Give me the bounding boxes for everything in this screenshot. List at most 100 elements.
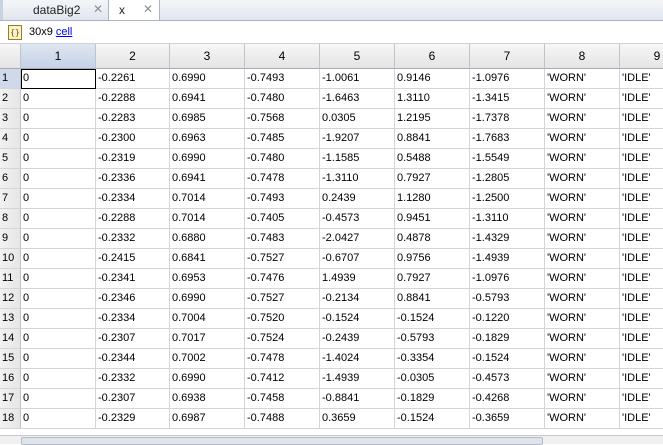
table-cell[interactable]: -0.2334 (96, 189, 170, 209)
table-cell[interactable]: -0.7524 (245, 329, 320, 349)
table-cell[interactable]: -0.2300 (96, 129, 170, 149)
table-cell[interactable]: -0.2344 (96, 349, 170, 369)
table-cell[interactable]: 0.6941 (170, 169, 245, 189)
table-cell[interactable]: 'WORN' (545, 129, 620, 149)
row-header[interactable]: 15 (0, 349, 21, 369)
table-cell[interactable]: 'WORN' (545, 389, 620, 409)
table-cell[interactable]: 'WORN' (545, 189, 620, 209)
table-cell[interactable]: 0 (21, 269, 96, 289)
table-cell[interactable]: -0.2329 (96, 409, 170, 429)
table-cell[interactable]: 'WORN' (545, 409, 620, 429)
table-cell[interactable]: -1.2805 (470, 169, 545, 189)
table-cell[interactable]: 0.0305 (320, 109, 395, 129)
table-cell[interactable]: 0 (21, 409, 96, 429)
table-cell[interactable]: -0.2288 (96, 209, 170, 229)
table-cell[interactable]: 1.4939 (320, 269, 395, 289)
table-cell[interactable]: -0.8841 (320, 389, 395, 409)
table-cell[interactable]: -0.3659 (470, 409, 545, 429)
table-cell[interactable]: 'WORN' (545, 289, 620, 309)
variable-grid[interactable]: 1 2 3 4 5 6 7 8 9 1 0 -0.2261 0.6990 -0.7493 -1.0061 0.… (0, 44, 663, 443)
table-cell[interactable]: 'WORN' (545, 169, 620, 189)
table-cell[interactable]: 0.7004 (170, 309, 245, 329)
table-cell[interactable]: 0 (21, 129, 96, 149)
table-cell[interactable]: 0.6985 (170, 109, 245, 129)
table-cell[interactable]: 0 (21, 289, 96, 309)
table-cell[interactable]: -2.0427 (320, 229, 395, 249)
table-cell[interactable]: 0.3659 (320, 409, 395, 429)
table-cell[interactable]: -0.7478 (245, 169, 320, 189)
table-cell[interactable]: 0 (21, 309, 96, 329)
table-cell[interactable]: -0.2283 (96, 109, 170, 129)
table-cell[interactable]: 'IDLE' (620, 229, 663, 249)
table-cell[interactable]: 'WORN' (545, 349, 620, 369)
table-cell[interactable]: -0.2307 (96, 389, 170, 409)
table-cell[interactable]: -0.2134 (320, 289, 395, 309)
table-cell[interactable]: 0.6938 (170, 389, 245, 409)
table-cell[interactable]: 'IDLE' (620, 369, 663, 389)
table-cell[interactable]: -1.9207 (320, 129, 395, 149)
table-cell[interactable]: -0.2334 (96, 309, 170, 329)
table-cell[interactable]: 0.7002 (170, 349, 245, 369)
row-header[interactable]: 17 (0, 389, 21, 409)
variable-type-link[interactable]: cell (56, 26, 73, 38)
row-header[interactable]: 12 (0, 289, 21, 309)
table-cell[interactable]: -0.1524 (470, 349, 545, 369)
table-cell[interactable]: -0.4268 (470, 389, 545, 409)
table-cell[interactable]: 0 (21, 249, 96, 269)
row-header[interactable]: 8 (0, 209, 21, 229)
table-cell[interactable]: -0.7568 (245, 109, 320, 129)
table-cell[interactable]: 'WORN' (545, 209, 620, 229)
table-cell[interactable]: -0.7478 (245, 349, 320, 369)
row-header[interactable]: 18 (0, 409, 21, 429)
table-cell[interactable]: 'IDLE' (620, 149, 663, 169)
table-cell[interactable]: 'IDLE' (620, 309, 663, 329)
table-cell[interactable]: -0.7483 (245, 229, 320, 249)
table-cell[interactable]: -0.1829 (470, 329, 545, 349)
row-header[interactable]: 10 (0, 249, 21, 269)
table-cell[interactable]: 'IDLE' (620, 209, 663, 229)
table-cell[interactable]: 'IDLE' (620, 349, 663, 369)
table-cell[interactable]: 0 (21, 189, 96, 209)
column-header-3[interactable]: 3 (170, 44, 245, 69)
table-cell[interactable]: 'IDLE' (620, 249, 663, 269)
table-cell[interactable]: 'WORN' (545, 109, 620, 129)
table-cell[interactable]: 'IDLE' (620, 289, 663, 309)
table-cell[interactable]: -0.2336 (96, 169, 170, 189)
table-cell[interactable]: 0.6941 (170, 89, 245, 109)
table-cell[interactable]: -0.1524 (320, 309, 395, 329)
tab-x[interactable]: x ✕ (108, 0, 160, 20)
table-cell[interactable]: 'WORN' (545, 89, 620, 109)
table-cell[interactable]: 'IDLE' (620, 329, 663, 349)
row-header[interactable]: 5 (0, 149, 21, 169)
table-cell[interactable]: -0.2261 (96, 69, 170, 89)
row-header[interactable]: 4 (0, 129, 21, 149)
table-cell[interactable]: -1.3110 (470, 209, 545, 229)
table-cell[interactable]: 'WORN' (545, 249, 620, 269)
table-cell[interactable]: -0.1829 (395, 389, 470, 409)
table-cell[interactable]: 0 (21, 149, 96, 169)
column-header-4[interactable]: 4 (245, 44, 320, 69)
table-cell[interactable]: -0.2439 (320, 329, 395, 349)
table-cell[interactable]: 0.9756 (395, 249, 470, 269)
table-cell[interactable]: 0.2439 (320, 189, 395, 209)
table-cell[interactable]: -0.7527 (245, 249, 320, 269)
column-header-7[interactable]: 7 (470, 44, 545, 69)
row-header[interactable]: 9 (0, 229, 21, 249)
tab-databig2[interactable]: dataBig2 ✕ (3, 0, 110, 19)
table-cell[interactable]: 0.6990 (170, 289, 245, 309)
table-cell[interactable]: 0 (21, 349, 96, 369)
table-cell[interactable]: -0.4573 (320, 209, 395, 229)
table-cell[interactable]: 0 (21, 369, 96, 389)
table-cell[interactable]: 'WORN' (545, 149, 620, 169)
table-cell[interactable]: -0.2288 (96, 89, 170, 109)
column-header-8[interactable]: 8 (545, 44, 620, 69)
table-cell[interactable]: -0.7412 (245, 369, 320, 389)
table-cell[interactable]: -1.7683 (470, 129, 545, 149)
table-cell[interactable]: -0.7480 (245, 149, 320, 169)
table-cell[interactable]: -0.4573 (470, 369, 545, 389)
table-cell[interactable]: -0.3354 (395, 349, 470, 369)
table-cell[interactable]: -1.4939 (320, 369, 395, 389)
grid-corner[interactable] (0, 44, 21, 69)
table-cell[interactable]: 0 (21, 329, 96, 349)
table-cell[interactable]: 'WORN' (545, 229, 620, 249)
